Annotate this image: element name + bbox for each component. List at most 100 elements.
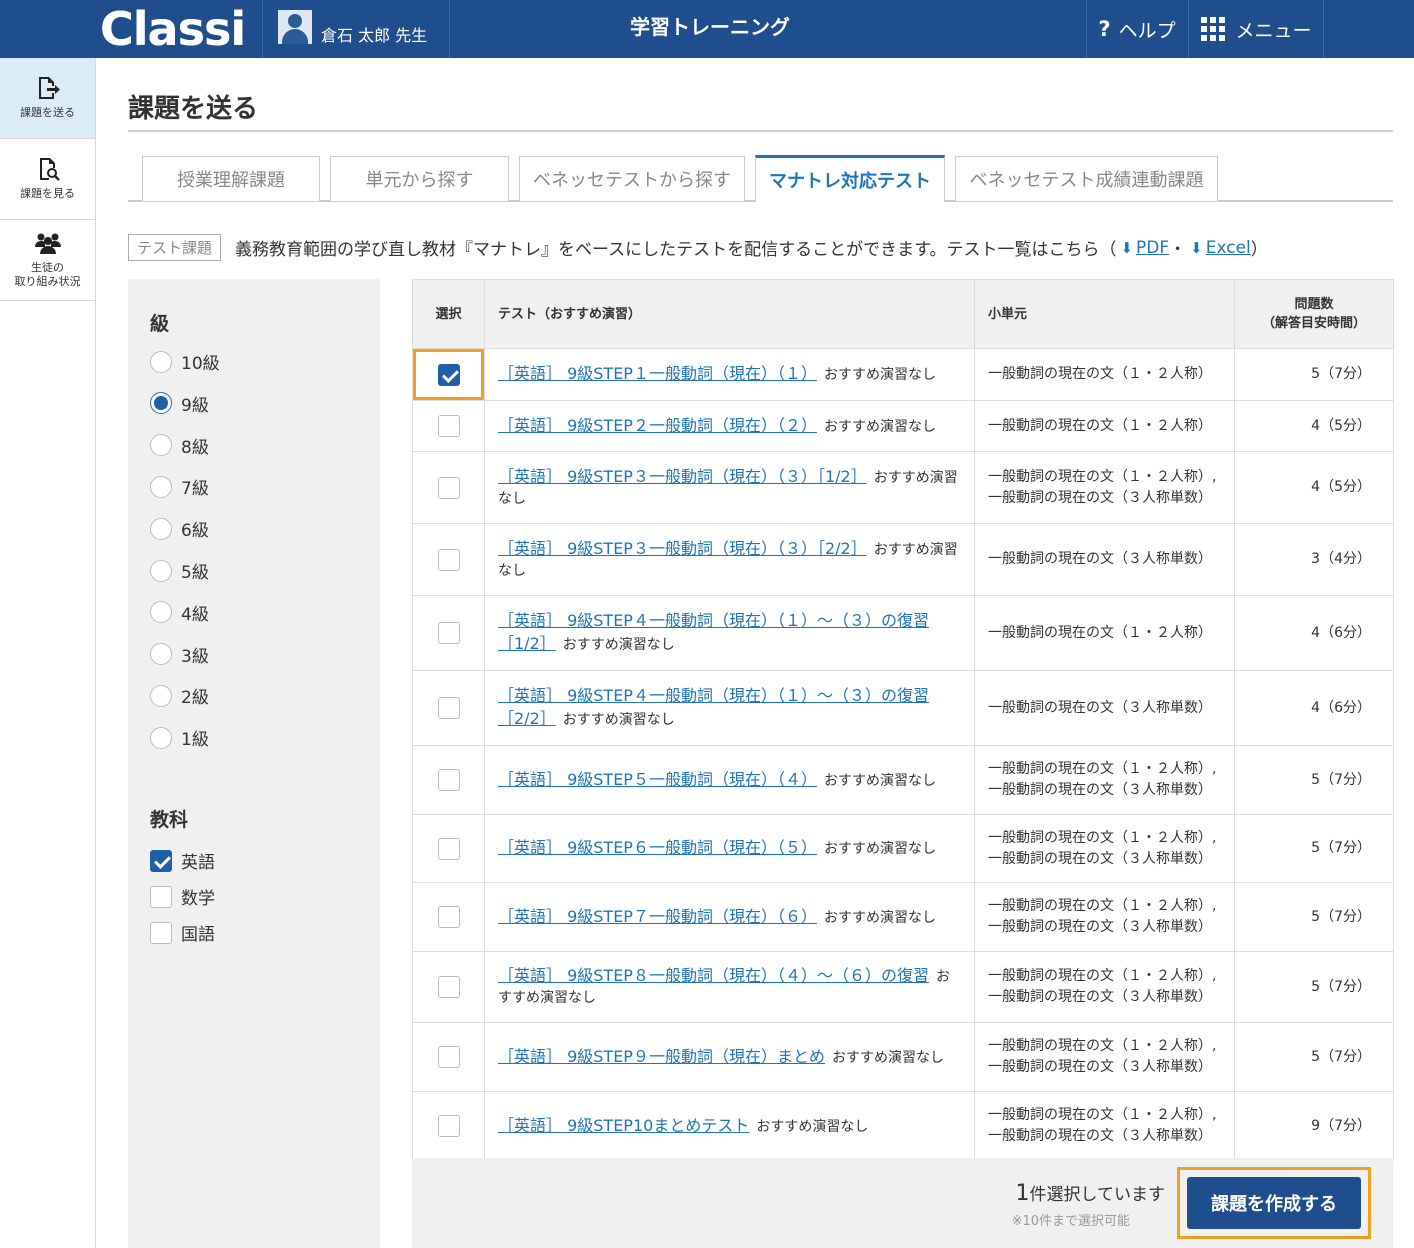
count-cell: 5（7分） (1234, 882, 1394, 952)
grade-radio[interactable] (150, 517, 172, 540)
table-row: ［英語］ 9級STEP８一般動詞（現在）（４）～（６）の復習 おすすめ演習なし一… (412, 951, 1394, 1023)
subject-option[interactable]: 国語 (150, 920, 215, 945)
unit-text: 一般動詞の現在の文（３人称単数） (988, 1128, 1212, 1144)
row-checkbox[interactable] (437, 1115, 460, 1137)
row-checkbox[interactable] (437, 976, 460, 998)
grade-option[interactable]: 1級 (150, 725, 209, 750)
test-link[interactable]: ［英語］ 9級STEP６一般動詞（現在）（５） (498, 838, 817, 857)
nav-send-assignment[interactable]: 課題を送る (0, 58, 95, 139)
row-checkbox[interactable] (437, 622, 460, 644)
title-divider (128, 130, 1393, 132)
grade-label: 9級 (181, 395, 209, 416)
unit-cell: 一般動詞の現在の文（１・２人称）, 一般動詞の現在の文（３人称単数） (974, 1091, 1235, 1161)
description: テスト課題 義務教育範囲の学び直し教材『マナトレ』をベースにしたテストを配信する… (128, 234, 1268, 261)
subject-label: 数学 (181, 889, 215, 909)
grade-option[interactable]: 8級 (150, 433, 209, 458)
nav-student-progress[interactable]: 生徒の 取り組み状況 (0, 220, 95, 301)
tab-benesse-test[interactable]: ベネッセテストから探す (519, 156, 745, 201)
top-header: Classi 倉石 太郎 先生 学習トレーニング ? ヘルプ メニュー (0, 0, 1414, 58)
subject-heading: 教科 (150, 809, 189, 831)
test-link[interactable]: ［英語］ 9級STEP５一般動詞（現在）（４） (498, 770, 817, 789)
grade-radio[interactable] (150, 392, 172, 415)
table-row: ［英語］ 9級STEP２一般動詞（現在）（２） おすすめ演習なし 一般動詞の現在の… (412, 400, 1394, 452)
grade-label: 5級 (181, 563, 209, 583)
grade-option[interactable]: 9級 (150, 391, 209, 416)
count-cell: 5（7分） (1234, 348, 1394, 401)
header-divider (1323, 0, 1324, 58)
grid-icon (1201, 17, 1226, 41)
test-link[interactable]: ［英語］ 9級STEP10まとめテスト (498, 1116, 749, 1135)
select-cell (412, 1022, 485, 1092)
test-link[interactable]: ［英語］ 9級STEP２一般動詞（現在）（２） (498, 416, 817, 435)
header-divider (1188, 0, 1189, 58)
row-checkbox[interactable] (437, 548, 460, 571)
tab-search-by-unit[interactable]: 単元から探す (330, 156, 509, 201)
row-checkbox[interactable] (437, 906, 460, 928)
grade-option[interactable]: 4級 (150, 600, 209, 625)
grade-radio[interactable] (150, 475, 172, 498)
selected-text: 件選択しています (1029, 1185, 1166, 1205)
grade-label: 8級 (181, 437, 209, 458)
pdf-link[interactable]: PDF (1136, 238, 1169, 258)
grade-radio[interactable] (150, 601, 172, 624)
test-link[interactable]: ［英語］ 9級STEP９一般動詞（現在）まとめ (498, 1047, 825, 1066)
tab-benesse-linked[interactable]: ベネッセテスト成績連動課題 (955, 156, 1218, 201)
grade-radio[interactable] (150, 350, 172, 373)
subject-option[interactable]: 英語 (150, 848, 215, 873)
unit-cell: 一般動詞の現在の文（１・２人称）, 一般動詞の現在の文（３人称単数） (974, 451, 1235, 524)
nav-label: 課題を送る (20, 106, 75, 119)
count-cell: 5（7分） (1234, 1022, 1394, 1092)
unit-text: 一般動詞の現在の文（１・２人称）, (988, 1107, 1217, 1123)
unit-text: 一般動詞の現在の文（１・２人称）, (988, 1038, 1217, 1054)
row-checkbox[interactable] (437, 415, 460, 437)
help-button[interactable]: ? ヘルプ (1087, 0, 1187, 58)
classi-logo[interactable]: Classi (0, 0, 262, 58)
subject-label: 国語 (181, 925, 215, 945)
row-checkbox[interactable] (437, 1046, 460, 1068)
create-assignment-button[interactable]: 課題を作成する (1187, 1177, 1361, 1229)
grade-option[interactable]: 7級 (150, 474, 209, 499)
grade-radio[interactable] (150, 684, 172, 707)
nav-view-assignment[interactable]: 課題を見る (0, 139, 95, 220)
grade-option[interactable]: 5級 (150, 558, 209, 583)
grade-radio[interactable] (150, 726, 172, 749)
test-link[interactable]: ［英語］ 9級STEP３一般動詞（現在）（３）［1/2］ (498, 467, 867, 486)
row-checkbox[interactable] (437, 769, 460, 791)
row-checkbox[interactable] (437, 837, 460, 860)
grade-option[interactable]: 10級 (150, 349, 220, 374)
row-checkbox[interactable] (437, 476, 460, 499)
recommend-note: おすすめ演習なし (562, 637, 675, 653)
test-cell: ［英語］ 9級STEP10まとめテスト おすすめ演習なし (484, 1091, 975, 1161)
filter-panel: 級 10級 9級 8級 7級 6級 5級 4級 3級 2級 1級 教科 英語 数学 国語 (128, 279, 380, 1248)
tab-manatore-test[interactable]: マナトレ対応テスト (755, 155, 945, 202)
grade-option[interactable]: 2級 (150, 683, 209, 708)
unit-text: 一般動詞の現在の文（３人称単数） (988, 989, 1212, 1005)
unit-text: 一般動詞の現在の文（３人称単数） (988, 919, 1212, 935)
excel-link[interactable]: Excel (1206, 238, 1251, 258)
grade-radio[interactable] (150, 559, 172, 582)
row-checkbox[interactable] (437, 697, 460, 719)
subject-checkbox[interactable] (150, 885, 172, 908)
test-link[interactable]: ［英語］ 9級STEP３一般動詞（現在）（３）［2/2］ (498, 539, 867, 558)
test-link[interactable]: ［英語］ 9級STEP７一般動詞（現在）（６） (498, 907, 817, 926)
count-cell: 9（7分） (1234, 1091, 1394, 1161)
grade-radio[interactable] (150, 643, 172, 666)
test-link[interactable]: ［英語］ 9級STEP８一般動詞（現在）（４）～（６）の復習 (498, 966, 929, 985)
subject-option[interactable]: 数学 (150, 884, 215, 909)
menu-button[interactable]: メニュー (1190, 0, 1323, 58)
unit-text: 一般動詞の現在の文（１・２人称）, (988, 968, 1217, 984)
unit-cell: 一般動詞の現在の文（１・２人称） (974, 595, 1235, 671)
subject-checkbox[interactable] (150, 849, 172, 872)
grade-radio[interactable] (150, 434, 172, 457)
count-cell: 4（6分） (1234, 595, 1394, 671)
grade-label: 4級 (181, 604, 209, 625)
subject-checkbox[interactable] (150, 921, 172, 944)
avatar-icon (278, 10, 312, 44)
unit-text: 一般動詞の現在の文（１・２人称） (988, 366, 1212, 382)
tab-lesson-assignment[interactable]: 授業理解課題 (142, 156, 320, 201)
grade-option[interactable]: 3級 (150, 642, 209, 667)
recommend-note: おすすめ演習なし (823, 909, 936, 926)
grade-option[interactable]: 6級 (150, 516, 209, 541)
test-cell: ［英語］ 9級STEP９一般動詞（現在）まとめ おすすめ演習なし (484, 1022, 975, 1092)
test-link[interactable]: ［英語］ 9級STEP１一般動詞（現在）（１） (498, 364, 817, 383)
